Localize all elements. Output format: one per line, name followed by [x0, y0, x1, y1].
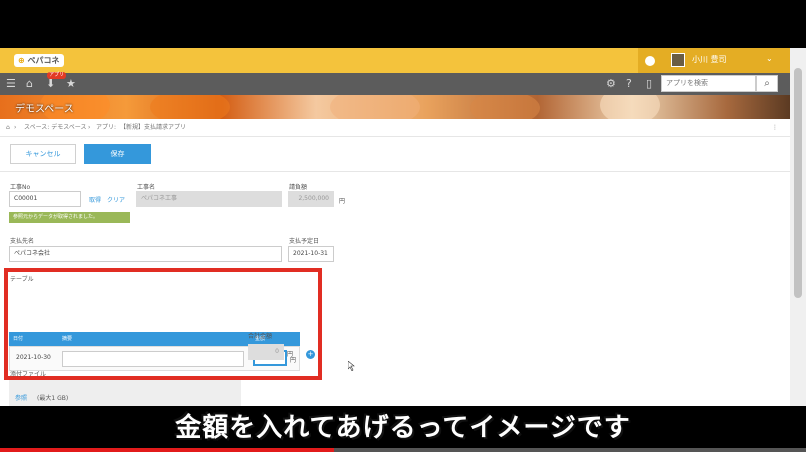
- home-icon[interactable]: ⌂: [6, 119, 10, 137]
- order-name-field: ペパコネ工事: [136, 191, 282, 207]
- video-frame: ⊕ ペパコネ 小川 豊司 ⌄ ☰ ⌂ ⬇ アプリ ★ ⚙ ? ▯ アプリを検索 …: [0, 0, 806, 452]
- attachment-label: 添付ファイル: [10, 371, 47, 378]
- order-no-label: 工事No: [10, 184, 31, 191]
- search-icon[interactable]: ⌕: [756, 75, 778, 92]
- fetch-link[interactable]: 取得: [89, 195, 101, 204]
- contract-amount-field: 2,500,000: [288, 191, 334, 207]
- mobile-icon[interactable]: ▯: [646, 76, 652, 92]
- home-icon[interactable]: ⌂: [26, 76, 33, 92]
- breadcrumb-item-app-name[interactable]: 【新規】支払請求アプリ: [120, 119, 186, 137]
- breadcrumb: ⌂ › スペース: デモスペース › アプリ: 【新規】支払請求アプリ ⋮: [0, 119, 790, 137]
- user-name[interactable]: 小川 豊司: [692, 54, 727, 65]
- scrollbar[interactable]: [790, 48, 806, 406]
- space-banner: デモスペース: [0, 95, 790, 119]
- total-label: 合計金額: [248, 333, 273, 340]
- menu-icon[interactable]: ☰: [6, 76, 16, 92]
- avatar[interactable]: [671, 53, 685, 67]
- success-message: 参照元からデータが取得されました。: [9, 212, 130, 223]
- clear-link[interactable]: クリア: [107, 195, 125, 204]
- attachment-dropzone[interactable]: 参照 (最大1 GB): [9, 380, 241, 406]
- top-bar: ⊕ ペパコネ 小川 豊司 ⌄: [0, 48, 790, 73]
- attachment-browse-link[interactable]: 参照: [15, 393, 27, 402]
- total-field: 0: [248, 344, 284, 360]
- notification-icon[interactable]: [645, 56, 655, 66]
- logo-text: ペパコネ: [27, 56, 60, 65]
- video-caption: 金額を入れてあげるってイメージです: [0, 406, 806, 452]
- order-name-label: 工事名: [137, 184, 156, 191]
- chevron-down-icon[interactable]: ⌄: [766, 54, 773, 63]
- save-button[interactable]: 保存: [84, 144, 151, 164]
- app-search-input[interactable]: アプリを検索: [661, 75, 756, 92]
- breadcrumb-separator: ›: [88, 124, 91, 131]
- order-no-input[interactable]: C00001: [9, 191, 81, 207]
- scrollbar-thumb[interactable]: [794, 68, 802, 298]
- video-progress-bar[interactable]: [0, 448, 806, 452]
- payment-date-input[interactable]: 2021-10-31: [288, 246, 334, 262]
- payment-date-label: 支払予定日: [289, 238, 320, 245]
- more-options-icon[interactable]: ⋮: [772, 119, 778, 137]
- breadcrumb-item-space[interactable]: スペース: デモスペース: [24, 119, 87, 137]
- notification-badge: アプリ: [47, 72, 67, 79]
- contract-amount-label: 請負額: [289, 184, 308, 191]
- nav-bar: ☰ ⌂ ⬇ アプリ ★ ⚙ ? ▯ アプリを検索 ⌕: [0, 72, 790, 95]
- divider: [0, 171, 790, 172]
- total-unit: 円: [287, 351, 294, 358]
- breadcrumb-separator: ›: [14, 124, 17, 131]
- payee-input[interactable]: ペパコネ会社: [9, 246, 282, 262]
- mouse-cursor-icon: [348, 361, 355, 371]
- app-window: ⊕ ペパコネ 小川 豊司 ⌄ ☰ ⌂ ⬇ アプリ ★ ⚙ ? ▯ アプリを検索 …: [0, 48, 790, 406]
- app-logo[interactable]: ⊕ ペパコネ: [14, 54, 64, 67]
- star-icon[interactable]: ★: [66, 76, 76, 92]
- payee-label: 支払先名: [10, 238, 35, 245]
- contract-amount-unit: 円: [339, 198, 346, 205]
- gear-icon[interactable]: ⚙: [606, 76, 616, 92]
- space-title: デモスペース: [15, 104, 74, 115]
- annotation-highlight-box: [4, 268, 322, 380]
- video-progress-fill: [0, 448, 335, 452]
- attachment-limit: (最大1 GB): [37, 395, 69, 402]
- cancel-button[interactable]: キャンセル: [10, 144, 76, 164]
- help-icon[interactable]: ?: [626, 76, 632, 92]
- breadcrumb-item-app[interactable]: アプリ:: [96, 119, 116, 137]
- user-area[interactable]: 小川 豊司 ⌄: [638, 48, 790, 73]
